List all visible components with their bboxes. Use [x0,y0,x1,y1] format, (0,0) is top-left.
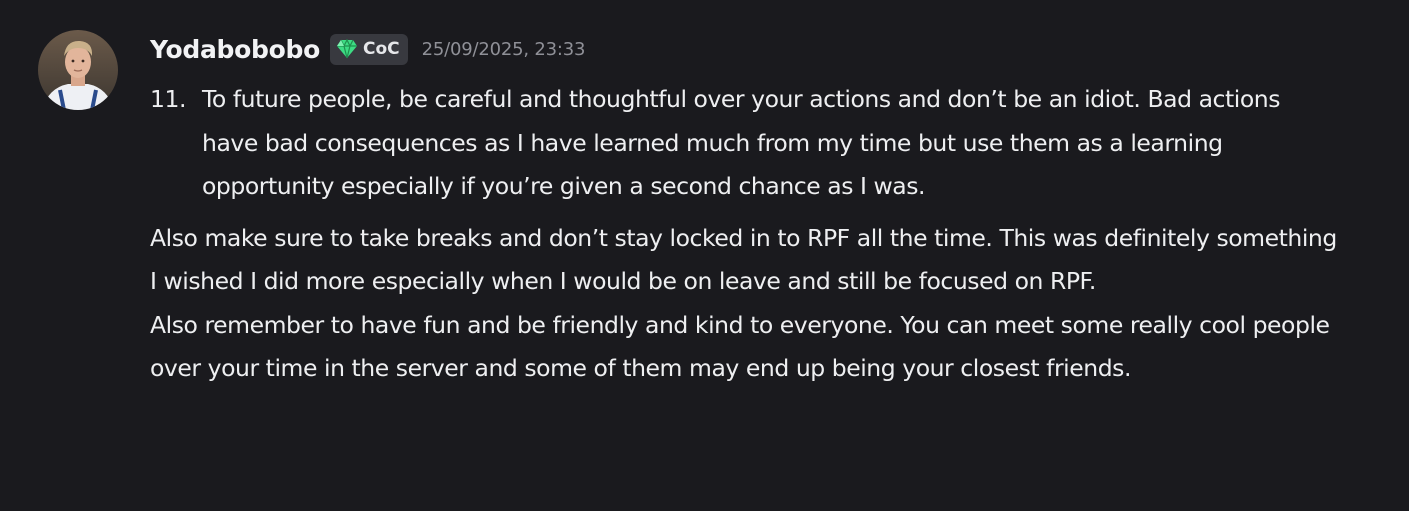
message-header: Yodabobobo CoC 25/09/2025, 23:33 [150,26,1370,72]
list-item-text: To future people, be careful and thought… [202,85,1281,200]
message-body: 11. To future people, be careful and tho… [150,78,1370,391]
list-item: 11. To future people, be careful and tho… [150,78,1370,209]
avatar[interactable] [38,30,118,110]
author-name[interactable]: Yodabobobo [150,35,320,64]
server-tag-text: CoC [362,39,400,59]
server-tag-badge[interactable]: CoC [329,33,408,65]
message-timestamp[interactable]: 25/09/2025, 23:33 [422,39,586,60]
list-number: 11. [150,85,187,113]
gem-icon [336,39,358,59]
message-paragraph-1: Also make sure to take breaks and don’t … [150,223,1337,296]
message-content: Yodabobobo CoC 25/09/2025, 23:33 11. To … [150,26,1370,391]
message-paragraph-2: Also remember to have fun and be friendl… [150,310,1330,383]
avatar-image [38,30,118,110]
chat-message: Yodabobobo CoC 25/09/2025, 23:33 11. To … [0,0,1409,511]
